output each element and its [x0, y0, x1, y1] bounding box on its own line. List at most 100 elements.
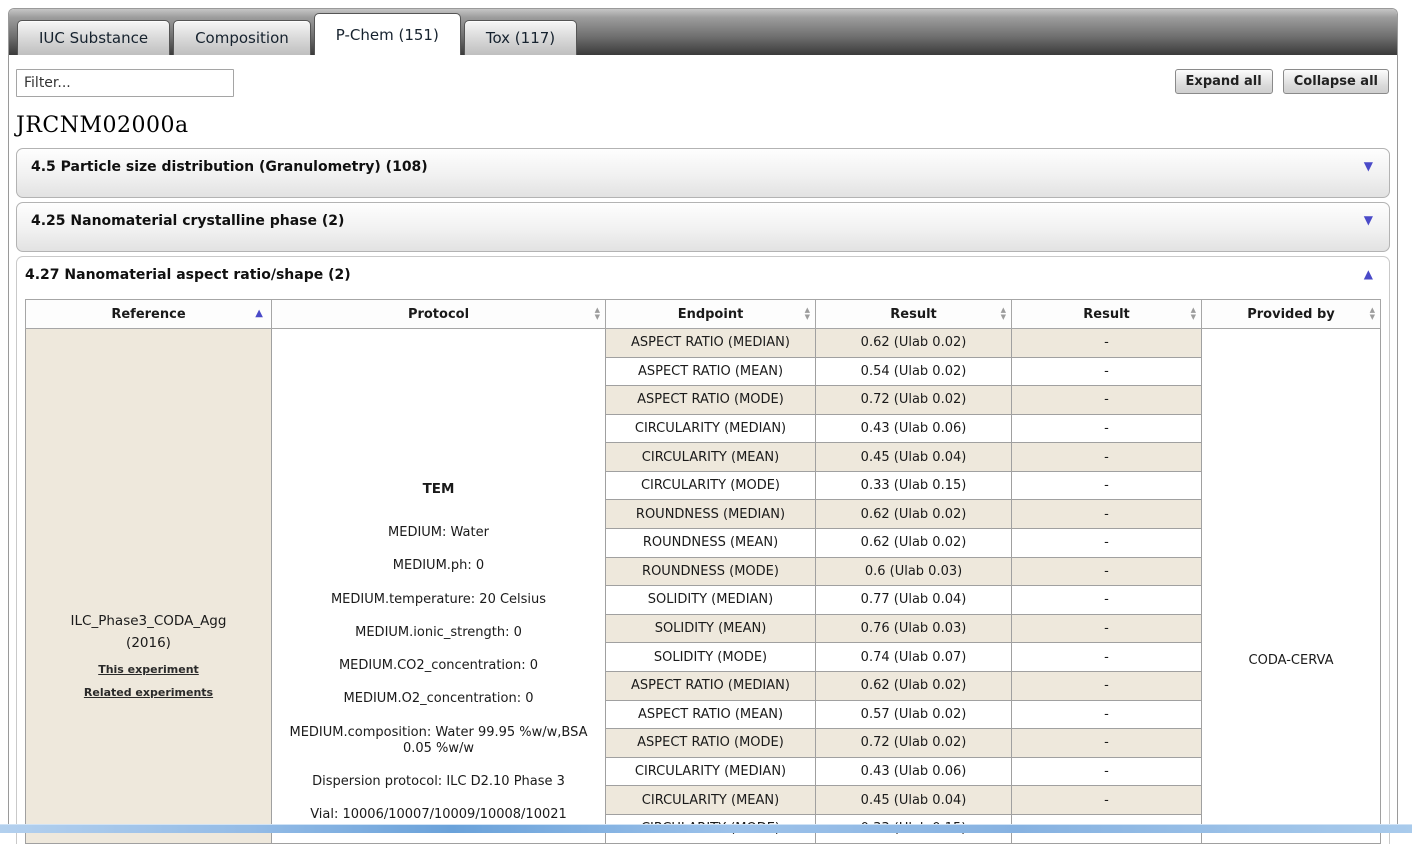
protocol-detail-line: MEDIUM.CO2_concentration: 0 [278, 658, 599, 674]
result-cell: 0.43 (Ulab 0.06) [816, 414, 1012, 443]
sort-both-icon: ▲▼ [1370, 307, 1375, 321]
column-header-provided-by[interactable]: Provided by ▲▼ [1202, 300, 1381, 329]
chevron-up-icon: ▲ [1364, 267, 1373, 281]
protocol-details: MEDIUM: WaterMEDIUM.ph: 0MEDIUM.temperat… [278, 525, 599, 824]
protocol-detail-line: Vial: 10006/10007/10009/10008/10021 [278, 807, 599, 823]
sort-both-icon: ▲▼ [1001, 307, 1006, 321]
provided-by-value: CODA-CERVA [1208, 653, 1374, 668]
result-cell-2: - [1012, 671, 1202, 700]
column-header-protocol[interactable]: Protocol ▲▼ [272, 300, 606, 329]
tab-label: Composition [195, 29, 289, 47]
bottom-edge-bar [0, 824, 1412, 833]
tab-pchem[interactable]: P-Chem (151) [314, 13, 461, 55]
accordion: 4.5 Particle size distribution (Granulom… [9, 148, 1397, 844]
endpoint-cell: ROUNDNESS (MEAN) [606, 529, 816, 558]
protocol-method: TEM [278, 481, 599, 497]
reference-cell: ILC_Phase3_CODA_Agg (2016) This experime… [26, 329, 272, 844]
result-cell: 0.72 (Ulab 0.02) [816, 386, 1012, 415]
column-label: Endpoint [678, 307, 744, 322]
accordion-header-particle-size[interactable]: 4.5 Particle size distribution (Granulom… [16, 148, 1390, 198]
result-cell-2: - [1012, 786, 1202, 815]
result-cell: 0.43 (Ulab 0.06) [816, 757, 1012, 786]
column-label: Result [890, 307, 937, 322]
endpoint-cell: ASPECT RATIO (MODE) [606, 386, 816, 415]
collapse-all-button[interactable]: Collapse all [1283, 69, 1389, 94]
result-cell: 0.62 (Ulab 0.02) [816, 329, 1012, 358]
result-cell: 0.74 (Ulab 0.07) [816, 643, 1012, 672]
protocol-detail-line: Dispersion protocol: ILC D2.10 Phase 3 [278, 774, 599, 790]
protocol-cell: TEM MEDIUM: WaterMEDIUM.ph: 0MEDIUM.temp… [272, 329, 606, 844]
tab-tox[interactable]: Tox (117) [464, 20, 577, 55]
column-label: Reference [111, 307, 185, 322]
result-cell-2: - [1012, 471, 1202, 500]
column-header-result-2[interactable]: Result ▲▼ [1012, 300, 1202, 329]
column-label: Protocol [408, 307, 469, 322]
toolbar: Expand all Collapse all [9, 55, 1397, 97]
sort-ascending-icon: ▲ [255, 309, 263, 319]
sort-both-icon: ▲▼ [595, 307, 600, 321]
tab-iuc-substance[interactable]: IUC Substance [17, 20, 170, 55]
result-cell: 0.72 (Ulab 0.02) [816, 729, 1012, 758]
related-experiments-link[interactable]: Related experiments [32, 686, 265, 699]
this-experiment-link[interactable]: This experiment [32, 663, 265, 676]
results-table-wrapper: Reference ▲ Protocol ▲▼ Endpoint [17, 293, 1389, 844]
accordion-header-aspect-ratio[interactable]: 4.27 Nanomaterial aspect ratio/shape (2)… [17, 257, 1389, 293]
column-header-endpoint[interactable]: Endpoint ▲▼ [606, 300, 816, 329]
column-label: Result [1083, 307, 1130, 322]
result-cell-2: - [1012, 757, 1202, 786]
results-tbody: ILC_Phase3_CODA_Agg (2016) This experime… [26, 329, 1381, 844]
accordion-section-aspect-ratio: 4.27 Nanomaterial aspect ratio/shape (2)… [16, 256, 1390, 844]
tab-bar: IUC Substance Composition P-Chem (151) T… [9, 9, 1397, 55]
result-cell: 0.62 (Ulab 0.02) [816, 529, 1012, 558]
result-cell: 0.57 (Ulab 0.02) [816, 700, 1012, 729]
endpoint-cell: CIRCULARITY (MEAN) [606, 786, 816, 815]
result-cell: 0.62 (Ulab 0.02) [816, 671, 1012, 700]
result-cell: 0.77 (Ulab 0.04) [816, 586, 1012, 615]
endpoint-cell: CIRCULARITY (MEDIAN) [606, 757, 816, 786]
column-header-result-1[interactable]: Result ▲▼ [816, 300, 1012, 329]
result-cell: 0.62 (Ulab 0.02) [816, 500, 1012, 529]
result-cell-2: - [1012, 500, 1202, 529]
expand-all-button[interactable]: Expand all [1175, 69, 1273, 94]
result-cell-2: - [1012, 643, 1202, 672]
sort-both-icon: ▲▼ [805, 307, 810, 321]
column-label: Provided by [1247, 307, 1335, 322]
endpoint-cell: ASPECT RATIO (MEDIAN) [606, 329, 816, 358]
endpoint-cell: CIRCULARITY (MEDIAN) [606, 414, 816, 443]
result-cell-2: - [1012, 329, 1202, 358]
result-cell-2: - [1012, 586, 1202, 615]
tab-label: IUC Substance [39, 29, 148, 47]
reference-year: (2016) [32, 635, 265, 651]
tab-composition[interactable]: Composition [173, 20, 311, 55]
column-header-reference[interactable]: Reference ▲ [26, 300, 272, 329]
sort-both-icon: ▲▼ [1191, 307, 1196, 321]
tab-label: P-Chem (151) [336, 26, 439, 44]
accordion-header-crystalline-phase[interactable]: 4.25 Nanomaterial crystalline phase (2) … [16, 202, 1390, 252]
endpoint-cell: ASPECT RATIO (MODE) [606, 729, 816, 758]
filter-input[interactable] [16, 69, 234, 97]
protocol-detail-line: MEDIUM.composition: Water 99.95 %w/w,BSA… [278, 725, 599, 758]
protocol-detail-line: MEDIUM: Water [278, 525, 599, 541]
result-cell-2: - [1012, 443, 1202, 472]
result-cell: 0.33 (Ulab 0.15) [816, 471, 1012, 500]
endpoint-cell: ASPECT RATIO (MEDIAN) [606, 671, 816, 700]
protocol-detail-line: MEDIUM.O2_concentration: 0 [278, 691, 599, 707]
chevron-down-icon: ▼ [1364, 213, 1373, 227]
accordion-title: 4.27 Nanomaterial aspect ratio/shape (2) [17, 257, 1389, 293]
result-cell-2: - [1012, 614, 1202, 643]
endpoint-cell: ASPECT RATIO (MEAN) [606, 700, 816, 729]
result-cell: 0.45 (Ulab 0.04) [816, 443, 1012, 472]
table-row: ILC_Phase3_CODA_Agg (2016) This experime… [26, 329, 1381, 358]
endpoint-cell: ASPECT RATIO (MEAN) [606, 357, 816, 386]
endpoint-cell: CIRCULARITY (MODE) [606, 471, 816, 500]
reference-name: ILC_Phase3_CODA_Agg [32, 613, 265, 629]
endpoint-cell: CIRCULARITY (MEAN) [606, 443, 816, 472]
result-cell: 0.54 (Ulab 0.02) [816, 357, 1012, 386]
result-cell-2: - [1012, 357, 1202, 386]
results-table: Reference ▲ Protocol ▲▼ Endpoint [25, 299, 1381, 844]
endpoint-cell: ROUNDNESS (MODE) [606, 557, 816, 586]
result-cell-2: - [1012, 700, 1202, 729]
accordion-title: 4.5 Particle size distribution (Granulom… [17, 149, 1389, 185]
protocol-detail-line: MEDIUM.ph: 0 [278, 558, 599, 574]
chevron-down-icon: ▼ [1364, 159, 1373, 173]
